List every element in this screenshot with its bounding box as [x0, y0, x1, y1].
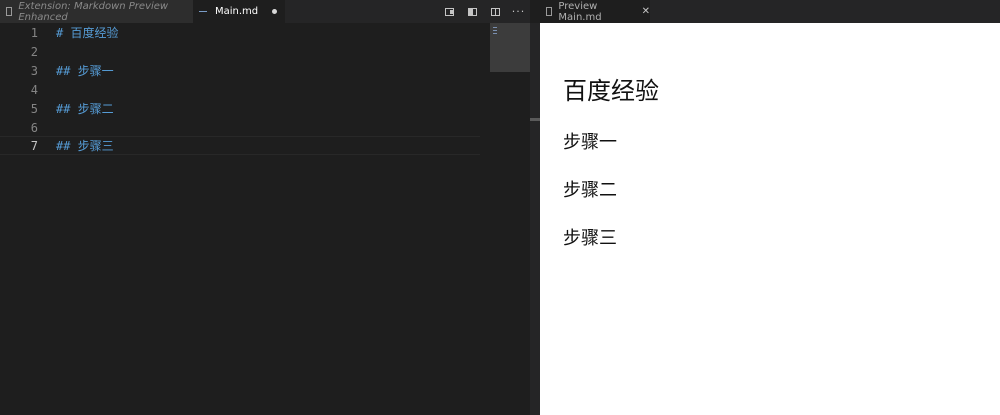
- minimap-line: [493, 30, 497, 31]
- editor-actions: ···: [438, 0, 530, 23]
- preview-side-icon: [468, 7, 477, 16]
- open-preview-icon: [445, 7, 454, 16]
- editor-group-left: Extension: Markdown Preview Enhanced Mai…: [0, 0, 530, 415]
- line-number: 5: [30, 101, 38, 116]
- line-text: ## 步骤三: [56, 139, 114, 153]
- line-number: 3: [30, 63, 38, 78]
- tab-main-md[interactable]: Main.md: [193, 0, 285, 23]
- more-actions-button[interactable]: ···: [507, 0, 530, 23]
- split-editor-icon: [491, 7, 500, 16]
- editor-line[interactable]: 5 ## 步骤二: [0, 99, 480, 118]
- editor-sash[interactable]: [530, 23, 540, 415]
- tab-preview-label: Preview Main.md: [558, 0, 602, 23]
- preview-heading-2: 步骤三: [563, 228, 617, 249]
- split-editor-button[interactable]: [484, 0, 507, 23]
- unsaved-dot-icon[interactable]: [272, 9, 278, 14]
- tab-main-label: Main.md: [215, 6, 259, 17]
- tab-extension-label: Extension: Markdown Preview Enhanced: [18, 0, 169, 23]
- line-number: 1: [30, 25, 38, 40]
- preview-heading-2: 步骤一: [563, 132, 617, 153]
- line-number: 4: [30, 82, 38, 97]
- editor-tabbar: Extension: Markdown Preview Enhanced Mai…: [0, 0, 530, 23]
- line-text: # 百度经验: [56, 26, 119, 40]
- open-preview-button[interactable]: [438, 0, 461, 23]
- preview-tabbar: Preview Main.md ✕: [540, 0, 1000, 23]
- editor-line[interactable]: 6: [0, 118, 480, 137]
- editor-line[interactable]: 1 # 百度经验: [0, 23, 480, 42]
- markdown-file-icon: [199, 8, 209, 15]
- file-icon: [6, 7, 13, 16]
- markdown-preview: 百度经验 步骤一 步骤二 步骤三: [540, 23, 1000, 415]
- line-number: 2: [30, 44, 38, 59]
- file-icon: [546, 7, 553, 16]
- tab-preview-main[interactable]: Preview Main.md ✕: [540, 0, 650, 23]
- more-actions-icon: ···: [511, 5, 526, 18]
- editor-line-current[interactable]: 7 ## 步骤三: [0, 136, 480, 155]
- editor-line[interactable]: 4: [0, 80, 480, 99]
- close-icon[interactable]: ✕: [642, 6, 650, 17]
- line-number: 6: [30, 120, 38, 135]
- preview-side-button[interactable]: [461, 0, 484, 23]
- editor-line[interactable]: 3 ## 步骤一: [0, 61, 480, 80]
- line-text: ## 步骤二: [56, 102, 114, 116]
- editor-line[interactable]: 2: [0, 42, 480, 61]
- line-text: ## 步骤一: [56, 64, 114, 78]
- minimap-line: [493, 33, 497, 34]
- overview-ruler-mark: [530, 118, 540, 121]
- line-number: 7: [30, 138, 38, 153]
- preview-heading-1: 百度经验: [563, 77, 659, 105]
- preview-heading-2: 步骤二: [563, 180, 617, 201]
- tab-extension-preview[interactable]: Extension: Markdown Preview Enhanced: [0, 0, 193, 23]
- code-editor[interactable]: 1 # 百度经验 2 3 ## 步骤一 4 5 ## 步骤二 6 7 ## 步骤…: [0, 23, 530, 415]
- minimap-line: [493, 27, 497, 28]
